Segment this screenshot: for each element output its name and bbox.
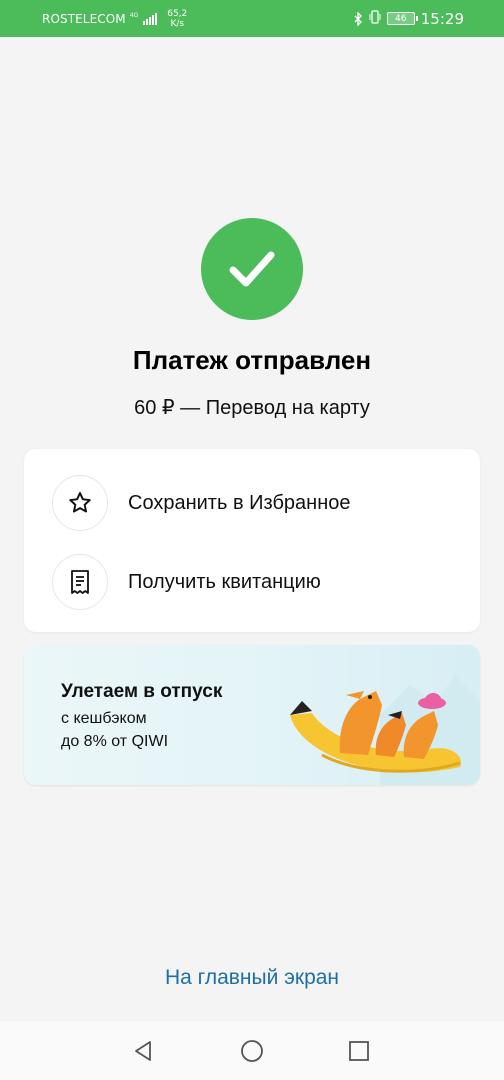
- network-type: 4G: [129, 11, 139, 19]
- status-bar: ROSTELECOM 4G 65,2 K/s 46 15:29: [0, 0, 504, 37]
- promo-text-line2: до 8% от QIWI: [61, 733, 169, 750]
- promo-banner[interactable]: Улетаем в отпуск с кешбэком до 8% от QIW…: [24, 645, 480, 785]
- promo-title: Улетаем в отпуск: [61, 681, 223, 702]
- success-check-icon: [201, 218, 303, 320]
- signal-icon: [143, 12, 158, 25]
- get-receipt-button[interactable]: Получить квитанцию: [24, 542, 480, 622]
- receipt-icon: [52, 554, 108, 610]
- home-icon[interactable]: [240, 1039, 264, 1063]
- star-icon: [52, 475, 108, 531]
- status-time: 15:29: [420, 9, 464, 28]
- navigation-bar: [0, 1021, 504, 1080]
- carrier-name: ROSTELECOM: [42, 11, 126, 26]
- recent-apps-icon[interactable]: [347, 1039, 371, 1063]
- battery-icon: 46: [386, 12, 418, 25]
- save-favorite-label: Сохранить в Избранное: [128, 491, 351, 514]
- back-icon[interactable]: [132, 1039, 156, 1063]
- vibrate-icon: [369, 9, 381, 28]
- payment-subtitle: 60 ₽ — Перевод на карту: [134, 397, 370, 419]
- status-left: ROSTELECOM 4G 65,2 K/s: [42, 9, 187, 29]
- battery-level: 46: [395, 13, 407, 24]
- get-receipt-label: Получить квитанцию: [128, 570, 321, 593]
- save-favorite-button[interactable]: Сохранить в Избранное: [24, 463, 480, 543]
- speed-unit: K/s: [170, 18, 185, 29]
- payment-title: Платеж отправлен: [132, 345, 372, 375]
- promo-text-line1: с кешбэком: [61, 710, 147, 727]
- bluetooth-icon: [353, 11, 363, 26]
- actions-card: Сохранить в Избранное Получить квитанцию: [24, 449, 480, 632]
- network-speed: 65,2 K/s: [167, 9, 187, 29]
- banana-boat-illustration: [290, 675, 480, 785]
- speed-value: 65,2: [167, 8, 188, 19]
- status-right: 46 15:29: [353, 9, 464, 28]
- home-screen-link[interactable]: На главный экран: [0, 966, 504, 990]
